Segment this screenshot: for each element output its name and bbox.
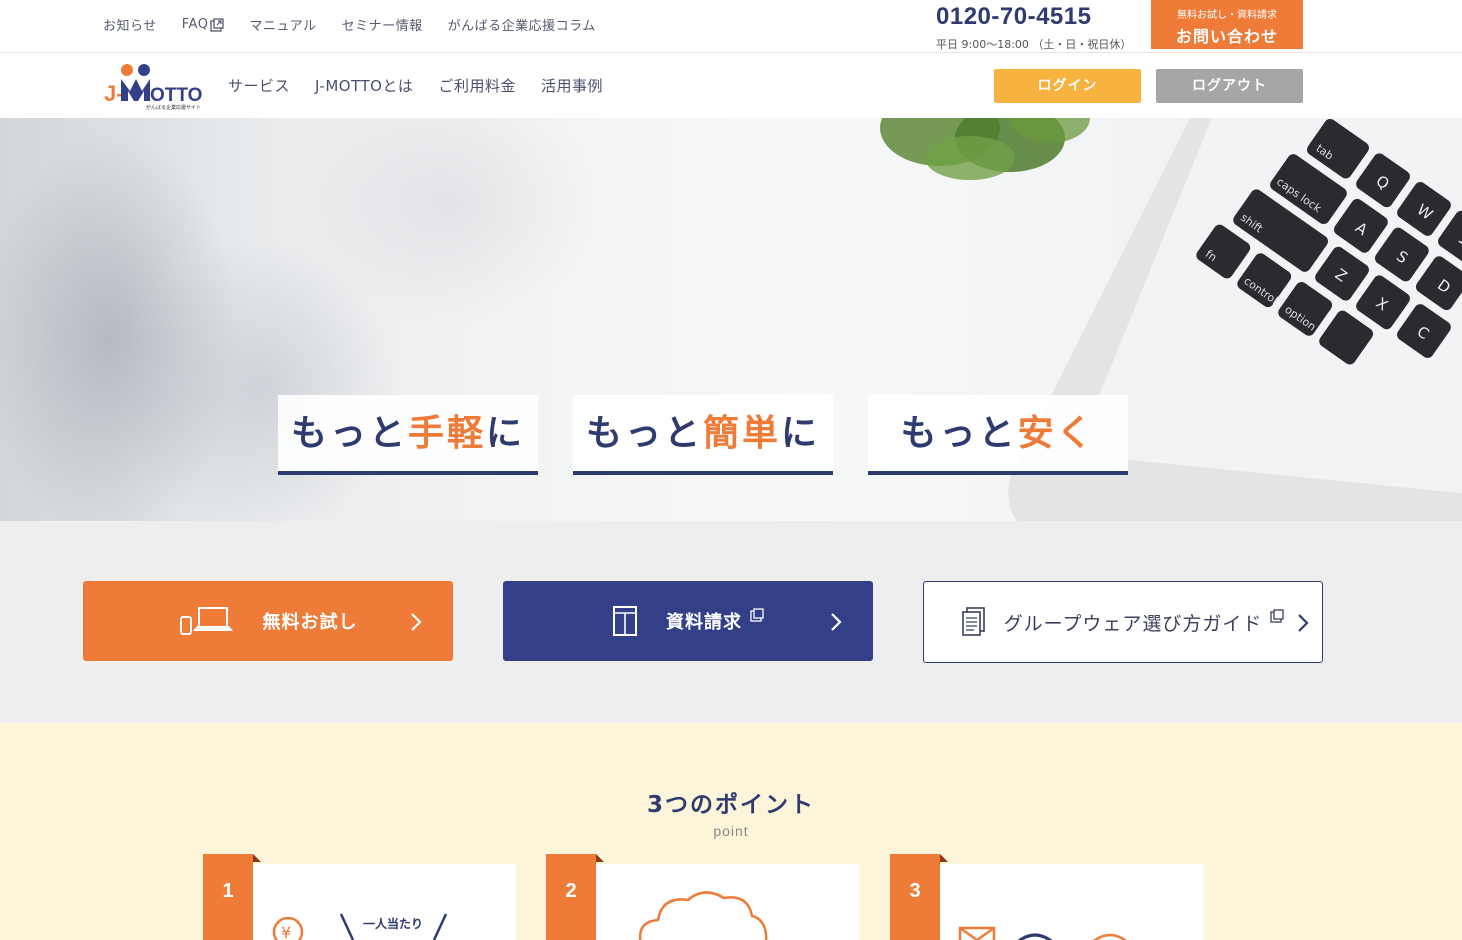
- section-title: 3つのポイント: [646, 792, 815, 818]
- point-card-1: ¥ 一人当たり: [253, 864, 516, 940]
- hero-catchphrases: もっと手軽に もっと簡単に もっと安く: [278, 395, 1128, 475]
- yen-cost-icon: ¥ 一人当たり: [272, 913, 448, 940]
- utility-links: お知らせ FAQ マニュアル セミナー情報 がんばる企業応援コラム: [103, 15, 596, 34]
- contact-button[interactable]: 無料お試し・資料請求 お問い合わせ: [1151, 0, 1303, 49]
- main-navbar: J- OTTO がんばる企業応援サイト サービス J-MOTTOとは ご利用料金…: [0, 54, 1462, 118]
- hero-banner: tab caps lock shift fn control option Q …: [0, 118, 1462, 521]
- jmotto-logo[interactable]: J- OTTO がんばる企業応援サイト: [104, 61, 204, 111]
- business-hours: 平日 9:00〜18:00 （土・日・祝日休）: [936, 38, 1132, 51]
- utility-bar: お知らせ FAQ マニュアル セミナー情報 がんばる企業応援コラム 0120-7…: [0, 0, 1462, 53]
- free-trial-label: 無料お試し: [262, 612, 358, 633]
- chevron-right-icon: [411, 613, 422, 631]
- contact-button-label: お問い合わせ: [1175, 27, 1278, 46]
- point-number-badge: 1: [203, 854, 261, 940]
- catch-cheap: もっと安く: [868, 395, 1128, 475]
- external-link-icon: [1270, 609, 1285, 623]
- point-card-3: [940, 864, 1203, 940]
- devices-icon: [179, 606, 235, 636]
- chevron-right-icon: [1298, 614, 1309, 632]
- seminar-link[interactable]: セミナー情報: [342, 15, 423, 34]
- mail-users-icon: [958, 926, 1127, 940]
- point-number-badge: 3: [890, 854, 948, 940]
- svg-text:がんばる企業応援サイト: がんばる企業応援サイト: [146, 104, 201, 111]
- svg-text:J-: J-: [104, 81, 124, 106]
- request-docs-label: 資料請求: [666, 612, 742, 633]
- external-link-icon: [750, 608, 764, 622]
- svg-text:一人当たり: 一人当たり: [363, 916, 423, 931]
- svg-text:¥: ¥: [281, 923, 291, 940]
- point-number-badge: 2: [546, 854, 604, 940]
- free-trial-button[interactable]: 無料お試し: [83, 581, 453, 661]
- primary-nav: サービス J-MOTTOとは ご利用料金 活用事例: [228, 75, 603, 96]
- news-link[interactable]: お知らせ: [103, 15, 157, 34]
- logo-icon: J- OTTO がんばる企業応援サイト: [104, 64, 202, 111]
- nav-item-cases[interactable]: 活用事例: [541, 75, 603, 96]
- request-docs-button[interactable]: 資料請求: [503, 581, 873, 661]
- faq-link-label: FAQ: [181, 17, 209, 32]
- nav-item-service[interactable]: サービス: [228, 75, 290, 96]
- cloud-icon: [638, 891, 768, 940]
- phone-number[interactable]: 0120-70-4515: [936, 3, 1091, 31]
- nav-item-about[interactable]: J-MOTTOとは: [315, 75, 413, 96]
- chevron-right-icon: [831, 613, 842, 631]
- column-link[interactable]: がんばる企業応援コラム: [448, 15, 596, 34]
- section-subtitle: point: [713, 823, 749, 839]
- document-icon: [612, 605, 638, 637]
- groupware-guide-button[interactable]: グループウェア選び方ガイド: [923, 581, 1323, 663]
- manual-link[interactable]: マニュアル: [249, 15, 316, 34]
- point-card-2: [596, 864, 859, 940]
- login-button[interactable]: ログイン: [994, 69, 1141, 103]
- catch-easy: もっと手軽に: [278, 395, 538, 475]
- groupware-guide-label: グループウェア選び方ガイド: [1003, 612, 1263, 635]
- guide-document-icon: [961, 607, 986, 637]
- contact-button-sublabel: 無料お試し・資料請求: [1177, 10, 1277, 21]
- svg-text:OTTO: OTTO: [150, 85, 202, 106]
- three-points-section: 3つのポイント point ¥ 一人当たり 1 2 3: [0, 723, 1462, 940]
- nav-item-pricing[interactable]: ご利用料金: [438, 75, 516, 96]
- faq-link[interactable]: FAQ: [182, 15, 225, 34]
- cta-section: 無料お試し 資料請求 グループウェア選び方ガイド: [0, 521, 1462, 723]
- catch-simple: もっと簡単に: [573, 395, 833, 475]
- logout-button[interactable]: ログアウト: [1156, 69, 1303, 103]
- external-link-icon: [210, 17, 225, 32]
